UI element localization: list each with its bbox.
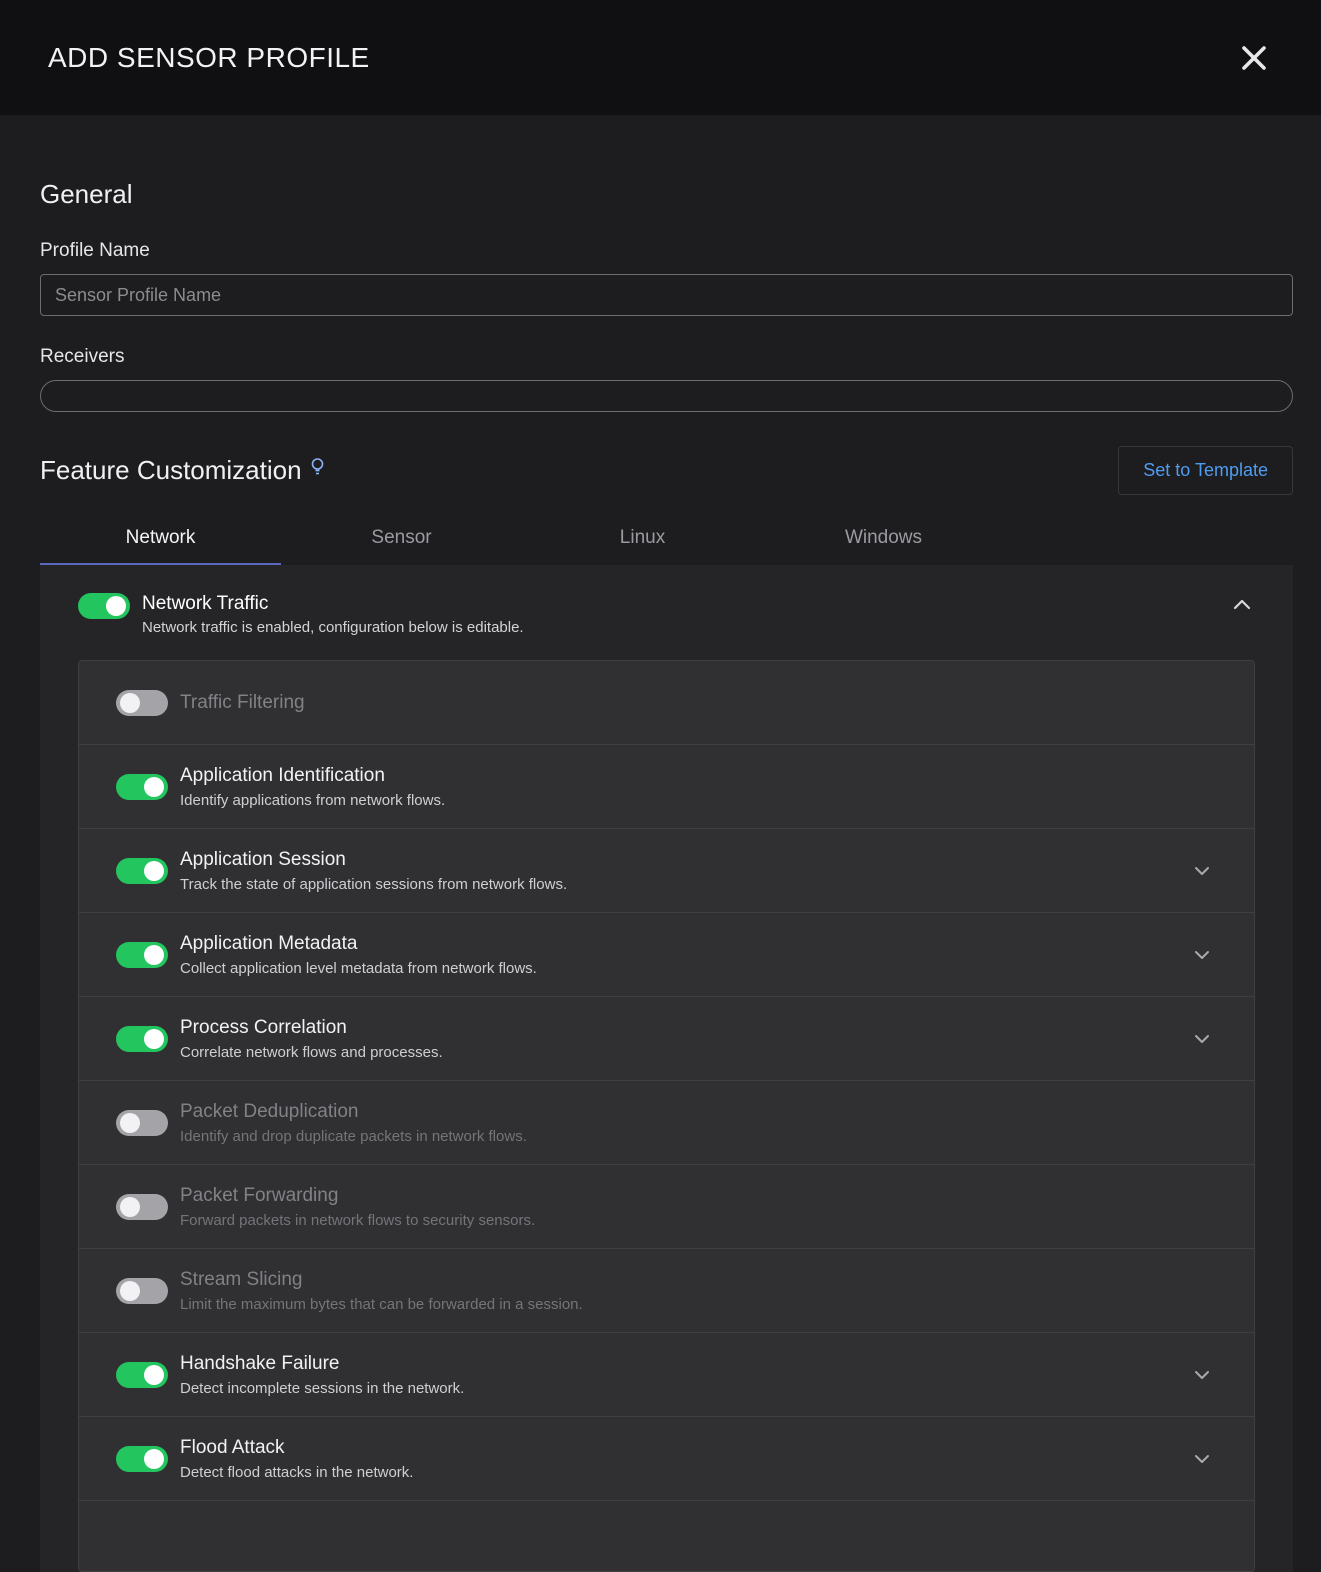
toggle-knob [144,1365,164,1385]
general-heading: General [40,179,1293,210]
feature-row: Flood Attack Detect flood attacks in the… [79,1417,1254,1501]
toggle-knob [144,777,164,797]
feature-customization-heading: Feature Customization [40,455,302,486]
toggle-knob [144,1449,164,1469]
feature-row: Application Session Track the state of a… [79,829,1254,913]
feature-title: Flood Attack [180,1437,413,1459]
feature-toggle[interactable] [116,942,168,968]
feature-toggle[interactable] [116,1362,168,1388]
tab-network[interactable]: Network [40,513,281,565]
feature-row: Packet Deduplication Identify and drop d… [79,1081,1254,1165]
feature-description: Identify applications from network flows… [180,792,445,809]
network-traffic-toggle[interactable] [78,593,130,619]
feature-toggle[interactable] [116,1026,168,1052]
feature-title: Process Correlation [180,1017,443,1039]
feature-row: Stream Slicing Limit the maximum bytes t… [79,1249,1254,1333]
feature-customization-header: Feature Customization Set to Template [40,446,1293,495]
modal-header: ADD SENSOR PROFILE [0,0,1321,115]
chevron-down-icon [1194,950,1210,960]
feature-description: Detect incomplete sessions in the networ… [180,1380,464,1397]
feature-toggle[interactable] [116,858,168,884]
feature-row: Application Identification Identify appl… [79,745,1254,829]
expand-feature-button[interactable] [1194,1370,1210,1380]
feature-tabs: NetworkSensorLinuxWindows [40,513,1293,565]
toggle-knob [106,596,126,616]
close-button[interactable] [1237,41,1271,75]
feature-title: Packet Forwarding [180,1185,535,1207]
close-icon [1239,43,1269,73]
expand-feature-button[interactable] [1194,950,1210,960]
feature-description: Track the state of application sessions … [180,876,567,893]
feature-toggle[interactable] [116,774,168,800]
toggle-knob [144,861,164,881]
toggle-knob [120,693,140,713]
feature-row: Application Metadata Collect application… [79,913,1254,997]
chevron-down-icon [1194,1370,1210,1380]
feature-toggle[interactable] [116,690,168,716]
feature-row: Packet Forwarding Forward packets in net… [79,1165,1254,1249]
tab-linux[interactable]: Linux [522,513,763,565]
toggle-knob [120,1281,140,1301]
feature-title: Application Session [180,849,567,871]
tab-windows[interactable]: Windows [763,513,1004,565]
feature-toggle[interactable] [116,1194,168,1220]
collapse-section-button[interactable] [1233,599,1251,610]
network-traffic-title: Network Traffic [142,593,524,615]
feature-description: Correlate network flows and processes. [180,1044,443,1061]
feature-title: Application Metadata [180,933,537,955]
toggle-knob [144,945,164,965]
feature-title: Application Identification [180,765,445,787]
receivers-input[interactable] [40,380,1293,412]
modal-title: ADD SENSOR PROFILE [48,42,370,74]
expand-feature-button[interactable] [1194,1034,1210,1044]
network-traffic-description: Network traffic is enabled, configuratio… [142,619,524,636]
feature-description: Detect flood attacks in the network. [180,1464,413,1481]
chevron-up-icon [1233,599,1251,610]
profile-name-label: Profile Name [40,240,1293,262]
feature-toggle[interactable] [116,1278,168,1304]
feature-toggle[interactable] [116,1446,168,1472]
partial-feature-row [79,1501,1254,1571]
feature-toggle[interactable] [116,1110,168,1136]
network-tab-panel: Network Traffic Network traffic is enabl… [40,565,1293,1572]
modal-body: General Profile Name Receivers Feature C… [0,179,1321,1572]
feature-title: Handshake Failure [180,1353,464,1375]
lightbulb-hint-icon [310,457,325,479]
feature-description: Identify and drop duplicate packets in n… [180,1128,527,1145]
tab-sensor[interactable]: Sensor [281,513,522,565]
network-traffic-master-row: Network Traffic Network traffic is enabl… [40,565,1293,636]
feature-row: Process Correlation Correlate network fl… [79,997,1254,1081]
feature-list: Traffic Filtering Application Identifica… [78,660,1255,1572]
chevron-down-icon [1194,866,1210,876]
feature-title: Stream Slicing [180,1269,583,1291]
feature-description: Collect application level metadata from … [180,960,537,977]
expand-feature-button[interactable] [1194,866,1210,876]
feature-title: Packet Deduplication [180,1101,527,1123]
feature-title: Traffic Filtering [180,692,305,714]
expand-feature-button[interactable] [1194,1454,1210,1464]
toggle-knob [120,1197,140,1217]
feature-description: Limit the maximum bytes that can be forw… [180,1296,583,1313]
feature-row: Handshake Failure Detect incomplete sess… [79,1333,1254,1417]
chevron-down-icon [1194,1034,1210,1044]
toggle-knob [144,1029,164,1049]
toggle-knob [120,1113,140,1133]
feature-row: Traffic Filtering [79,661,1254,745]
feature-description: Forward packets in network flows to secu… [180,1212,535,1229]
chevron-down-icon [1194,1454,1210,1464]
set-to-template-button[interactable]: Set to Template [1118,446,1293,495]
receivers-label: Receivers [40,346,1293,368]
profile-name-input[interactable] [40,274,1293,316]
